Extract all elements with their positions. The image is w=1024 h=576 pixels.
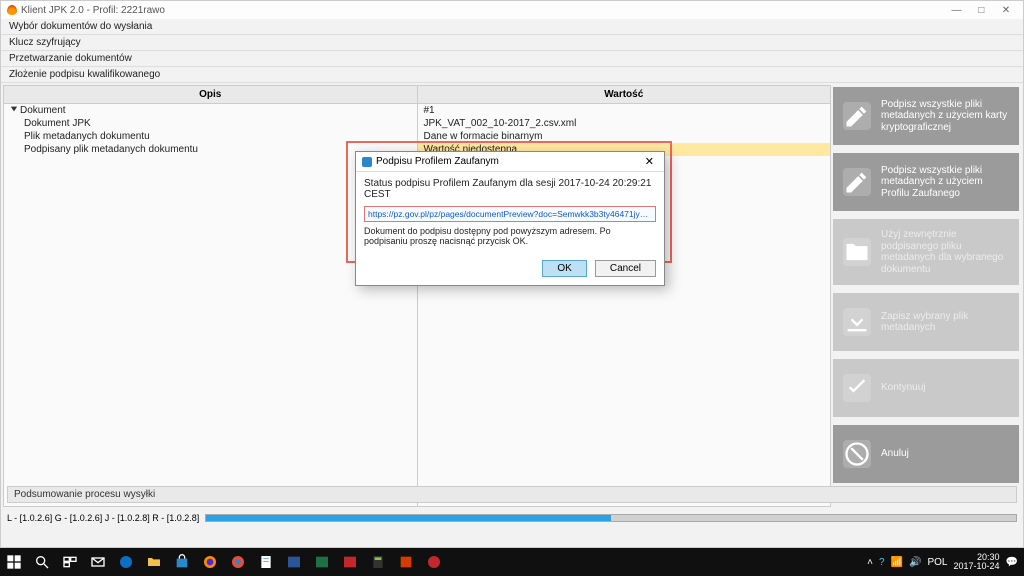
system-tray: ˄ ? 📶 🔊 POL 20:30 2017-10-24 💬 [867, 553, 1024, 571]
button-label: Anuluj [881, 448, 909, 460]
app2-icon[interactable] [420, 548, 448, 576]
word-icon[interactable] [280, 548, 308, 576]
minimize-button[interactable]: — [945, 5, 967, 16]
window-controls: — □ ✕ [945, 5, 1017, 16]
cancel-button[interactable]: Anuluj [833, 425, 1019, 483]
tray-network-icon[interactable]: 📶 [891, 557, 903, 568]
download-icon [843, 308, 871, 336]
app-icon [7, 5, 17, 15]
button-label: Podpisz wszystkie pliki metadanych z uży… [881, 99, 1009, 134]
button-label: Użyj zewnętrznie podpisanego pliku metad… [881, 229, 1009, 275]
modal-titlebar: Podpisu Profilem Zaufanym ✕ [356, 152, 664, 172]
tray-help-icon[interactable]: ? [879, 557, 885, 568]
titlebar: Klient JPK 2.0 - Profil: 2221rawo — □ ✕ [1, 1, 1023, 19]
progress-bar [205, 514, 1017, 522]
firefox-icon[interactable] [196, 548, 224, 576]
modal-close-button[interactable]: ✕ [641, 155, 658, 168]
row-value: #1 [424, 105, 435, 116]
modal-trusted-profile: Podpisu Profilem Zaufanym ✕ Status podpi… [355, 151, 665, 286]
check-icon [843, 374, 871, 402]
start-button[interactable] [0, 548, 28, 576]
row-value: JPK_VAT_002_10-2017_2.csv.xml [424, 118, 577, 129]
taskbar: ˄ ? 📶 🔊 POL 20:30 2017-10-24 💬 [0, 548, 1024, 576]
pdf-icon[interactable] [336, 548, 364, 576]
store-icon[interactable] [168, 548, 196, 576]
task-view-icon[interactable] [56, 548, 84, 576]
col-wartosc: Wartość [418, 86, 831, 103]
row-label: Podpisany plik metadanych dokumentu [24, 144, 198, 155]
row-label: Dokument [20, 105, 66, 116]
maximize-button[interactable]: □ [970, 5, 992, 16]
tray-lang[interactable]: POL [927, 557, 947, 568]
table-row: Dane w formacie binarnym [418, 130, 831, 143]
calculator-icon[interactable] [364, 548, 392, 576]
col-opis: Opis [4, 86, 418, 103]
modal-ok-button[interactable]: OK [542, 260, 586, 277]
tray-clock[interactable]: 20:30 2017-10-24 [954, 553, 1000, 571]
menubar: Wybór dokumentów do wysłania Klucz szyfr… [1, 19, 1023, 83]
tray-notifications-icon[interactable]: 💬 [1006, 557, 1018, 568]
table-row[interactable]: Dokument [4, 104, 417, 117]
table-header: Opis Wartość [4, 86, 830, 104]
save-selected-button: Zapisz wybrany plik metadanych [833, 293, 1019, 351]
modal-instruction: Dokument do podpisu dostępny pod powyższ… [364, 226, 656, 246]
file-explorer-icon[interactable] [140, 548, 168, 576]
folder-icon [843, 238, 871, 266]
cancel-icon [843, 440, 871, 468]
table-row: JPK_VAT_002_10-2017_2.csv.xml [418, 117, 831, 130]
sidebar: Podpisz wszystkie pliki metadanych z uży… [833, 83, 1023, 509]
modal-status-text: Status podpisu Profilem Zaufanym dla ses… [364, 178, 656, 200]
table-row[interactable]: Plik metadanych dokumentu [4, 130, 417, 143]
close-button[interactable]: ✕ [995, 5, 1017, 16]
search-icon[interactable] [28, 548, 56, 576]
button-label: Kontynuuj [881, 382, 925, 394]
table-row: #1 [418, 104, 831, 117]
menu-item-processing[interactable]: Przetwarzanie dokumentów [1, 51, 1023, 67]
app-window: Klient JPK 2.0 - Profil: 2221rawo — □ ✕ … [0, 0, 1024, 548]
summary-bar[interactable]: Podsumowanie procesu wysyłki [7, 486, 1017, 503]
modal-url-field[interactable]: https://pz.gov.pl/pz/pages/documentPrevi… [364, 206, 656, 222]
main-pane: Opis Wartość Dokument Dokument JPK Plik … [3, 85, 831, 507]
sign-crypto-card-button[interactable]: Podpisz wszystkie pliki metadanych z uży… [833, 87, 1019, 145]
menu-item-select-docs[interactable]: Wybór dokumentów do wysłania [1, 19, 1023, 35]
continue-button: Kontynuuj [833, 359, 1019, 417]
notepad-icon[interactable] [252, 548, 280, 576]
app1-icon[interactable] [392, 548, 420, 576]
table-row[interactable]: Dokument JPK [4, 117, 417, 130]
modal-app-icon [362, 157, 372, 167]
pen-icon [843, 102, 871, 130]
excel-icon[interactable] [308, 548, 336, 576]
sign-trusted-profile-button[interactable]: Podpisz wszystkie pliki metadanych z uży… [833, 153, 1019, 211]
menu-item-qualified-sign[interactable]: Złożenie podpisu kwalifikowanego [1, 67, 1023, 83]
tray-chevron-up-icon[interactable]: ˄ [867, 557, 873, 568]
modal-cancel-button[interactable]: Cancel [595, 260, 656, 277]
pen-icon [843, 168, 871, 196]
button-label: Podpisz wszystkie pliki metadanych z uży… [881, 165, 1009, 200]
caret-down-icon[interactable] [10, 105, 20, 116]
use-external-signed-button: Użyj zewnętrznie podpisanego pliku metad… [833, 219, 1019, 285]
progress-fill [206, 515, 611, 521]
menu-item-enc-key[interactable]: Klucz szyfrujący [1, 35, 1023, 51]
mail-app-icon[interactable] [84, 548, 112, 576]
tray-sound-icon[interactable]: 🔊 [909, 557, 921, 568]
clock-date: 2017-10-24 [954, 562, 1000, 571]
row-value: Dane w formacie binarnym [424, 131, 543, 142]
chrome-icon[interactable] [224, 548, 252, 576]
status-bar: L - [1.0.2.6] G - [1.0.2.6] J - [1.0.2.8… [7, 513, 1017, 523]
status-text: L - [1.0.2.6] G - [1.0.2.6] J - [1.0.2.8… [7, 513, 199, 523]
modal-title-text: Podpisu Profilem Zaufanym [376, 156, 499, 167]
row-label: Plik metadanych dokumentu [24, 131, 150, 142]
window-title: Klient JPK 2.0 - Profil: 2221rawo [21, 5, 165, 16]
button-label: Zapisz wybrany plik metadanych [881, 311, 1009, 334]
edge-browser-icon[interactable] [112, 548, 140, 576]
row-label: Dokument JPK [24, 118, 91, 129]
